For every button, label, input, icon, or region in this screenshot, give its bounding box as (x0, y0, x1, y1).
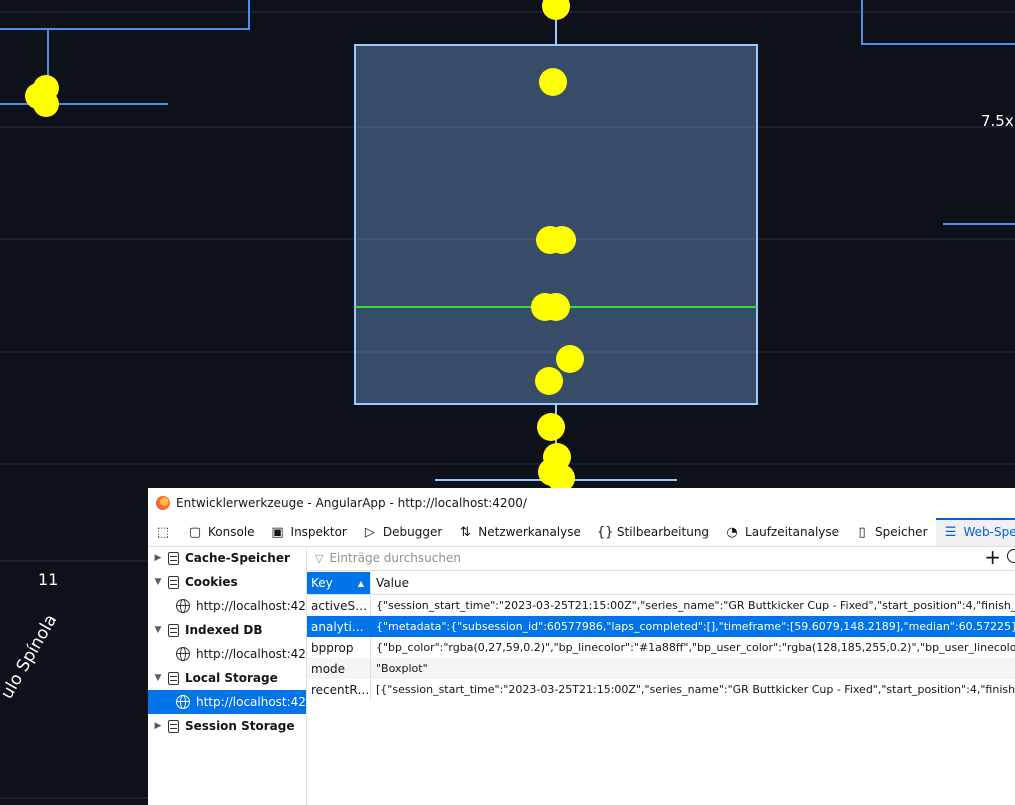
tab-netzwerkanalyse[interactable]: ⇅ Netzwerkanalyse (450, 518, 589, 546)
table-row[interactable]: activeSu... {"session_start_time":"2023-… (307, 595, 1015, 616)
row-key: mode (311, 661, 346, 676)
sidebar-item-session-storage[interactable]: ▶ Session Storage (148, 714, 306, 738)
box-center-body (354, 44, 758, 405)
box-right-outline (861, 0, 1015, 45)
row-key: recentRa... (311, 682, 370, 697)
devtools-panel: Entwicklerwerkzeuge - AngularApp - http:… (148, 488, 1015, 805)
row-key: bpprop (311, 640, 354, 655)
collapse-arrow-icon: ▼ (154, 625, 162, 635)
tab-web-speicher[interactable]: ☰ Web-Speicher (935, 518, 1015, 546)
collapse-arrow-icon: ▼ (154, 577, 162, 587)
database-icon (168, 671, 179, 685)
style-editor-icon: {} (596, 524, 614, 540)
sidebar-item-local-storage[interactable]: ▼ Local Storage (148, 666, 306, 690)
row-key: analytics... (311, 619, 370, 634)
column-header-value[interactable]: Value (370, 572, 1015, 594)
zoom-label: 7.5x (981, 112, 1014, 130)
network-icon: ⇅ (459, 524, 471, 540)
sidebar-item-cookies[interactable]: ▼ Cookies (148, 570, 306, 594)
data-point (537, 413, 565, 441)
data-point (33, 91, 59, 117)
sort-ascending-icon: ▲ (357, 578, 364, 588)
storage-panel: ▽ + Key ▲ Value activeSu... {"se (307, 546, 1015, 805)
data-point (542, 293, 570, 321)
element-picker-icon: ⬚ (156, 524, 170, 540)
table-row[interactable]: mode "Boxplot" (307, 658, 1015, 679)
database-icon (168, 551, 179, 565)
console-icon: ▢ (188, 524, 202, 540)
table-row[interactable]: analytics... {"metadata":{"subsession_id… (307, 616, 1015, 637)
storage-table: Key ▲ Value activeSu... {"session_start_… (307, 572, 1015, 700)
box-left-outline (0, 0, 250, 30)
data-point (539, 68, 567, 96)
devtools-title: Entwicklerwerkzeuge - AngularApp - http:… (176, 496, 527, 510)
performance-icon: ◔ (726, 524, 738, 540)
memory-icon: ▯ (858, 524, 866, 540)
globe-icon (176, 647, 190, 661)
table-row[interactable]: recentRa... [{"session_start_time":"2023… (307, 679, 1015, 700)
tab-debugger[interactable]: ▷ Debugger (355, 518, 450, 546)
driver-axis-label: ulo Spínola (0, 611, 61, 702)
table-row[interactable]: bpprop {"bp_color":"rgba(0,27,59,0.2)","… (307, 637, 1015, 658)
column-header-key[interactable]: Key ▲ (307, 572, 370, 594)
inspector-icon: ▣ (271, 524, 284, 540)
filter-icon: ▽ (315, 551, 324, 565)
data-point (542, 0, 570, 20)
tab-konsole[interactable]: ▢ Konsole (180, 518, 263, 546)
expand-arrow-icon: ▶ (154, 721, 162, 731)
filter-input[interactable] (327, 550, 932, 566)
database-icon (168, 575, 179, 589)
database-icon (168, 623, 179, 637)
tab-laufzeitanalyse[interactable]: ◔ Laufzeitanalyse (717, 518, 847, 546)
element-picker-button[interactable]: ⬚ (148, 518, 180, 546)
row-key: activeSu... (311, 598, 370, 613)
row-value: {"metadata":{"subsession_id":60577986,"l… (370, 616, 1015, 637)
database-icon (168, 719, 179, 733)
sidebar-item-indexeddb-localhost[interactable]: http://localhost:4200 (148, 642, 306, 666)
tab-stilbearbeitung[interactable]: {} Stilbearbeitung (589, 518, 717, 546)
sidebar-item-cache-speicher[interactable]: ▶ Cache-Speicher (148, 546, 306, 570)
filter-bar: ▽ + (307, 546, 1015, 571)
add-item-button[interactable]: + (984, 547, 1001, 567)
data-point (548, 226, 576, 254)
sidebar-item-indexed-db[interactable]: ▼ Indexed DB (148, 618, 306, 642)
refresh-icon[interactable] (1007, 549, 1015, 563)
data-point (556, 345, 584, 373)
firefox-logo-icon (156, 496, 170, 510)
storage-sidebar: ▶ Cache-Speicher ▼ Cookies http://localh… (148, 546, 307, 805)
globe-icon (176, 599, 190, 613)
tab-inspektor[interactable]: ▣ Inspektor (263, 518, 355, 546)
row-value: "Boxplot" (370, 658, 1015, 679)
devtools-toolbar: ⬚ ▢ Konsole ▣ Inspektor ▷ Debugger ⇅ Net… (148, 518, 1015, 547)
storage-icon: ☰ (944, 524, 957, 540)
sidebar-item-cookies-localhost[interactable]: http://localhost:4200 (148, 594, 306, 618)
row-value: {"session_start_time":"2023-03-25T21:15:… (370, 595, 1015, 616)
row-value: [{"session_start_time":"2023-03-25T21:15… (370, 679, 1015, 700)
lap-tick-label: 11 (38, 570, 58, 589)
debugger-icon: ▷ (364, 524, 375, 540)
devtools-titlebar: Entwicklerwerkzeuge - AngularApp - http:… (148, 488, 1015, 518)
globe-icon (176, 695, 190, 709)
tab-speicher[interactable]: ▯ Speicher (847, 518, 935, 546)
table-header: Key ▲ Value (307, 572, 1015, 595)
sidebar-item-localstorage-localhost[interactable]: http://localhost:4200 (148, 690, 306, 714)
collapse-arrow-icon: ▼ (154, 673, 162, 683)
row-value: {"bp_color":"rgba(0,27,59,0.2)","bp_line… (370, 637, 1015, 658)
data-point (535, 367, 563, 395)
expand-arrow-icon: ▶ (154, 553, 162, 563)
